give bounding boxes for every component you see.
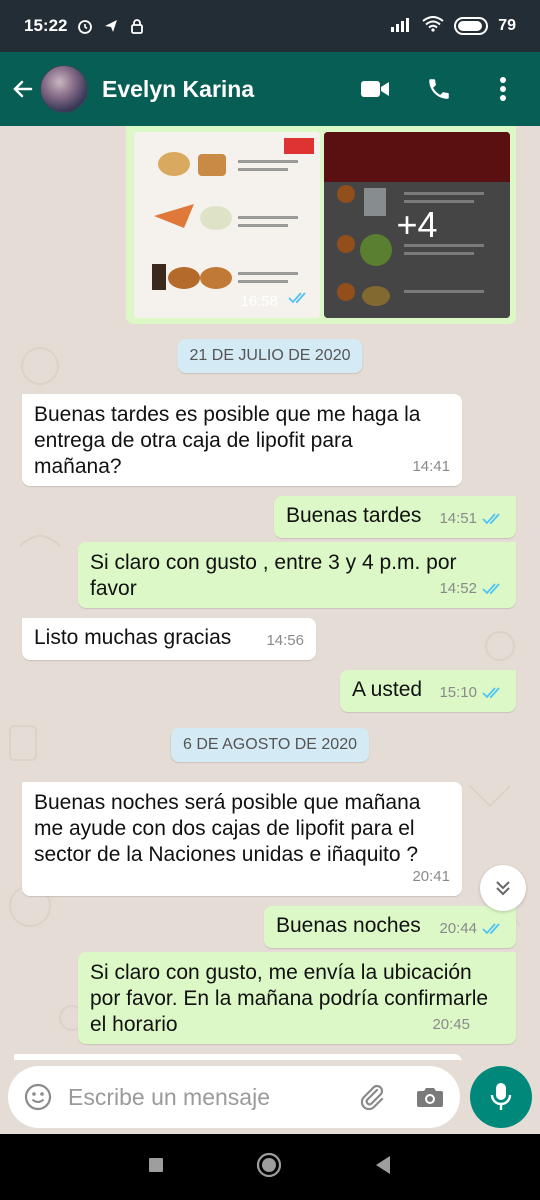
message-time: 14:51 <box>439 510 477 527</box>
incoming-message[interactable]: Buenas noches será posible que mañana me… <box>22 782 462 896</box>
outgoing-message[interactable]: Si claro con gusto , entre 3 y 4 p.m. po… <box>78 542 516 608</box>
outgoing-message[interactable]: Si claro con gusto, me envía la ubicació… <box>78 952 516 1044</box>
back-arrow-icon[interactable] <box>10 76 36 102</box>
system-nav-bar <box>0 1134 540 1200</box>
status-bar: 15:22 79 <box>0 0 540 52</box>
emoji-icon[interactable] <box>22 1081 54 1113</box>
scroll-to-bottom-button[interactable] <box>480 865 526 911</box>
video-call-icon[interactable] <box>360 74 390 104</box>
media-message[interactable]: 16:58 +4 <box>126 126 516 324</box>
microphone-icon <box>490 1083 512 1110</box>
home-button[interactable] <box>256 1152 282 1183</box>
incoming-message-partial <box>14 1054 462 1060</box>
contact-avatar[interactable] <box>40 65 88 113</box>
more-images-count: +4 <box>324 132 510 318</box>
chat-area[interactable]: 16:58 +4 21 DE JULIO DE 2020 Buenas tard… <box>0 126 540 1060</box>
camera-icon[interactable] <box>414 1081 446 1113</box>
image-food-comparison[interactable]: 16:58 <box>134 132 320 318</box>
read-ticks-icon <box>482 687 500 699</box>
chat-header: Evelyn Karina <box>0 52 540 126</box>
paperclip-icon[interactable] <box>356 1081 388 1113</box>
more-options-icon[interactable] <box>488 74 518 104</box>
signal-icon <box>390 16 412 37</box>
outgoing-message[interactable]: Buenas noches 20:44 <box>264 906 516 948</box>
alarm-icon <box>77 18 93 34</box>
message-time: 20:44 <box>439 920 477 937</box>
back-nav-button[interactable] <box>374 1155 392 1180</box>
message-text: Listo muchas gracias <box>34 626 232 649</box>
microphone-button[interactable] <box>470 1066 532 1128</box>
status-time: 15:22 <box>24 16 68 35</box>
incoming-message[interactable]: Buenas tardes es posible que me haga la … <box>22 394 462 486</box>
read-ticks-icon <box>482 583 500 595</box>
date-separator: 6 DE AGOSTO DE 2020 <box>170 728 370 762</box>
recent-apps-button[interactable] <box>148 1157 164 1178</box>
read-ticks-icon <box>288 291 310 310</box>
message-text: Buenas noches será posible que mañana me… <box>34 791 421 866</box>
phone-call-icon[interactable] <box>424 74 454 104</box>
message-text: Buenas tardes es posible que me haga la … <box>34 403 421 478</box>
image-tips-more[interactable]: +4 <box>324 132 510 318</box>
media-time: 16:58 <box>240 293 278 310</box>
wifi-icon <box>422 15 444 37</box>
date-separator: 21 DE JULIO DE 2020 <box>177 339 363 373</box>
message-time: 20:45 <box>432 1016 470 1033</box>
outgoing-message[interactable]: Buenas tardes 14:51 <box>274 496 516 538</box>
message-time: 14:56 <box>266 632 304 649</box>
battery-icon <box>454 17 489 35</box>
double-chevron-down-icon <box>496 881 510 896</box>
battery-level: 79 <box>498 17 516 34</box>
lock-icon <box>129 18 145 34</box>
read-ticks-icon <box>482 923 500 935</box>
message-time: 14:41 <box>412 458 450 475</box>
read-ticks-icon <box>482 513 500 525</box>
outgoing-message[interactable]: A usted 15:10 <box>340 670 516 712</box>
message-time: 15:10 <box>439 684 477 701</box>
contact-name[interactable]: Evelyn Karina <box>102 76 254 103</box>
message-time: 14:52 <box>439 580 477 597</box>
incoming-message[interactable]: Listo muchas gracias 14:56 <box>22 618 316 660</box>
location-arrow-icon <box>103 18 119 34</box>
message-composer <box>8 1066 460 1128</box>
message-time: 20:41 <box>412 868 450 885</box>
message-input[interactable] <box>68 1083 348 1111</box>
